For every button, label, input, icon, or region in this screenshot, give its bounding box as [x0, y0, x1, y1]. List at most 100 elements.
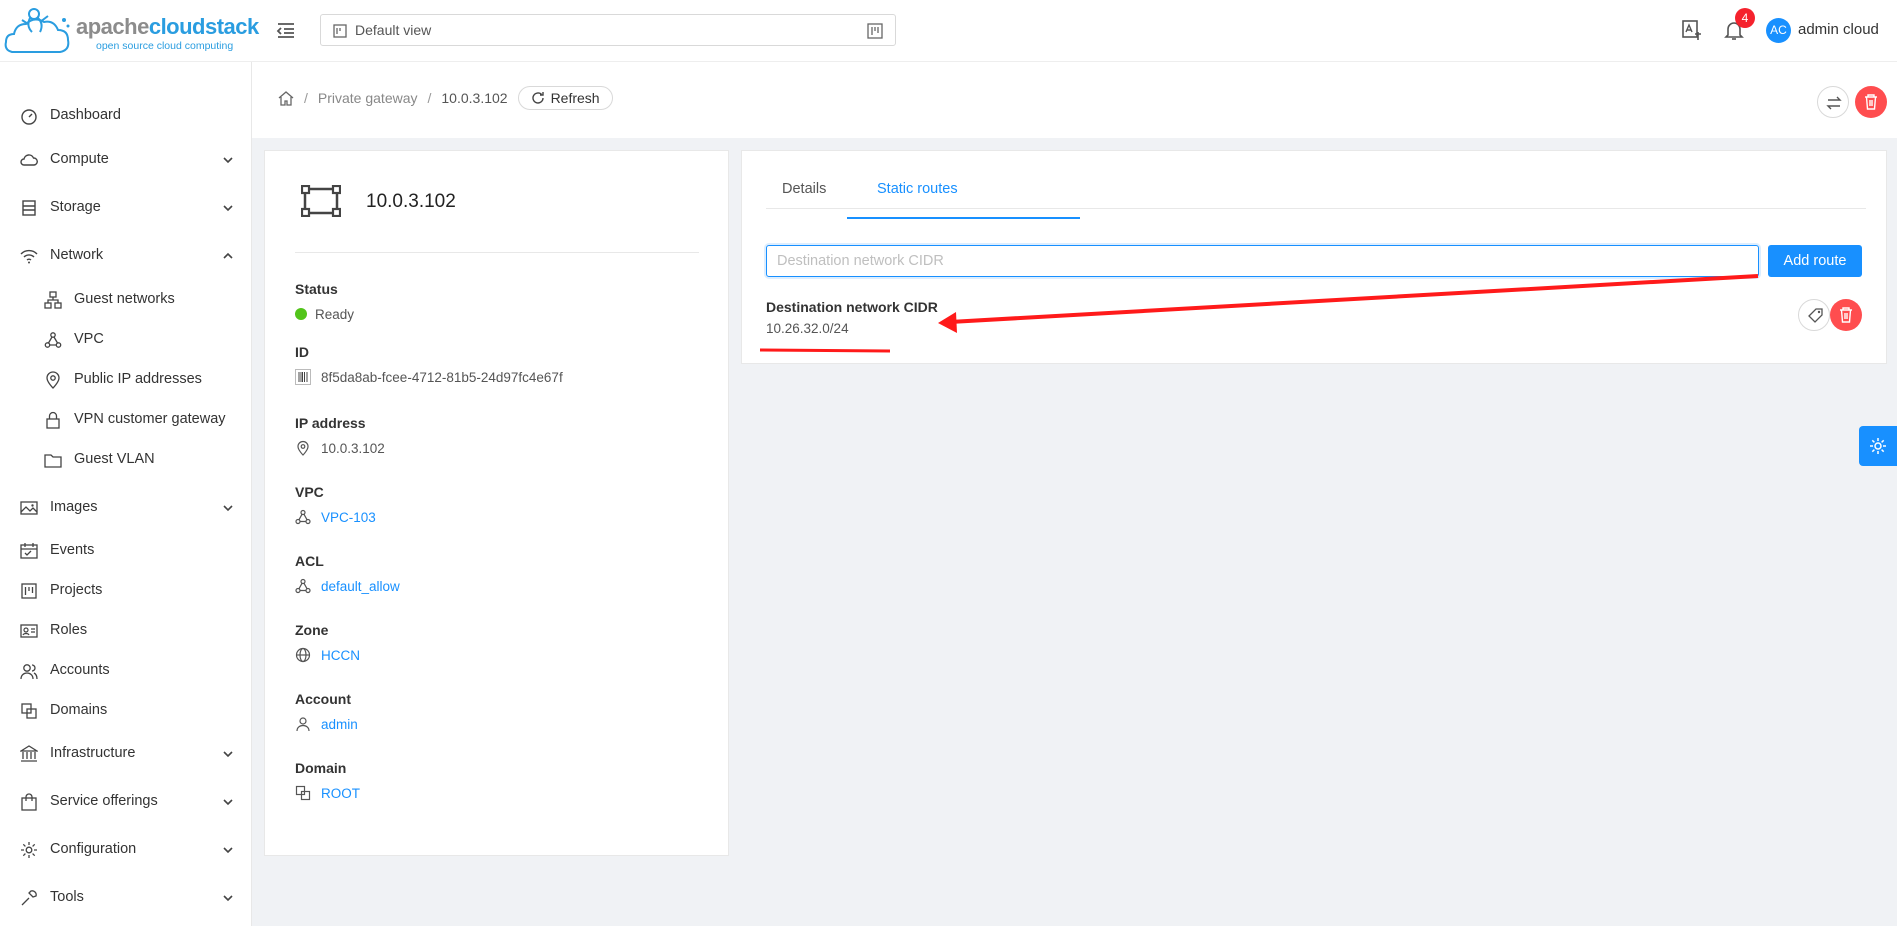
home-icon[interactable] — [278, 90, 294, 106]
project-icon — [333, 24, 347, 38]
block-icon — [295, 785, 311, 801]
sidebar-item-configuration[interactable]: Configuration — [0, 830, 252, 870]
reload-icon — [531, 92, 544, 104]
breadcrumb-current: 10.0.3.102 — [441, 90, 508, 106]
apartment-icon — [44, 291, 62, 309]
sidebar-item-service-offerings[interactable]: Service offerings — [0, 782, 252, 822]
sidebar-item-dashboard[interactable]: Dashboard — [0, 96, 252, 136]
sidebar: Dashboard Compute Storage Network Guest … — [0, 62, 252, 926]
logo-brand-cloudstack: cloudstack — [148, 14, 259, 39]
account-link[interactable]: admin — [321, 717, 358, 732]
sidebar-item-guest-networks[interactable]: Guest networks — [0, 280, 252, 320]
zone-link[interactable]: HCCN — [321, 648, 360, 663]
sidebar-item-public-ip[interactable]: Public IP addresses — [0, 360, 252, 400]
field-id: ID 8f5da8ab-fcee-4712-81b5-24d97fc4e67f — [295, 344, 563, 385]
destination-cidr-input[interactable] — [766, 245, 1759, 277]
domain-link[interactable]: ROOT — [321, 786, 360, 801]
breadcrumb: / Private gateway / 10.0.3.102 Refresh — [278, 86, 613, 110]
tab-static-routes[interactable]: Static routes — [877, 181, 958, 197]
sidebar-item-label: Dashboard — [50, 107, 121, 123]
sidebar-item-network[interactable]: Network — [0, 236, 252, 276]
sidebar-item-vpn-customer-gateway[interactable]: VPN customer gateway — [0, 400, 252, 440]
chevron-down-icon — [223, 205, 233, 212]
chevron-down-icon — [223, 505, 233, 512]
sidebar-item-label: VPC — [74, 331, 104, 347]
global-icon — [295, 647, 311, 663]
bank-icon — [20, 745, 38, 762]
setting-icon — [1870, 438, 1886, 454]
sidebar-item-label: Images — [50, 499, 98, 515]
sidebar-item-label: Roles — [50, 622, 88, 638]
delete-gateway-button[interactable] — [1855, 86, 1887, 118]
user-name[interactable]: admin cloud — [1798, 21, 1879, 38]
gateway-icon — [301, 185, 341, 217]
chevron-down-icon — [223, 847, 233, 854]
field-status: Status Ready — [295, 281, 355, 322]
setting-icon — [21, 842, 37, 858]
route-cidr-value: 10.26.32.0/24 — [766, 321, 849, 336]
vpc-link[interactable]: VPC-103 — [321, 510, 376, 525]
sidebar-item-label: Events — [50, 542, 95, 558]
sidebar-item-roles[interactable]: Roles — [0, 611, 252, 651]
refresh-button[interactable]: Refresh — [517, 86, 613, 110]
shopping-icon — [21, 793, 37, 811]
sidebar-item-label: Accounts — [50, 662, 110, 678]
team-icon — [20, 664, 38, 680]
sidebar-item-label: Network — [50, 247, 104, 263]
settings-drawer-button[interactable] — [1859, 426, 1897, 466]
chevron-down-icon — [223, 157, 233, 164]
sidebar-item-projects[interactable]: Projects — [0, 571, 252, 611]
route-tag-button[interactable] — [1798, 299, 1830, 331]
sidebar-item-compute[interactable]: Compute — [0, 140, 252, 180]
sidebar-item-storage[interactable]: Storage — [0, 188, 252, 228]
project-view-select[interactable]: Default view — [320, 14, 896, 46]
avatar[interactable]: AC — [1766, 18, 1791, 43]
route-delete-button[interactable] — [1830, 299, 1862, 331]
translate-icon[interactable] — [1680, 18, 1704, 42]
lock-icon — [46, 411, 60, 429]
field-ip-address: IP address 10.0.3.102 — [295, 415, 385, 456]
change-acl-button[interactable] — [1817, 86, 1849, 118]
sidebar-item-infrastructure[interactable]: Infrastructure — [0, 734, 252, 774]
deployment-unit-icon — [295, 578, 311, 594]
sidebar-item-label: Service offerings — [50, 793, 158, 809]
sidebar-item-domains[interactable]: Domains — [0, 691, 252, 731]
tab-details[interactable]: Details — [782, 181, 826, 197]
sidebar-item-label: Configuration — [50, 841, 137, 857]
sidebar-item-label: Tools — [50, 889, 84, 905]
sidebar-item-images[interactable]: Images — [0, 488, 252, 528]
schedule-icon — [20, 543, 38, 559]
wifi-icon — [20, 249, 38, 264]
user-icon — [296, 717, 310, 732]
field-zone: Zone HCCN — [295, 622, 360, 663]
chevron-down-icon — [223, 895, 233, 902]
id-value: 8f5da8ab-fcee-4712-81b5-24d97fc4e67f — [321, 369, 563, 385]
cloudstack-logo[interactable]: apachecloudstack open source cloud compu… — [4, 4, 259, 60]
logo-tagline: open source cloud computing — [96, 40, 234, 52]
breadcrumb-private-gateway[interactable]: Private gateway — [318, 90, 418, 106]
route-column-label: Destination network CIDR — [766, 299, 938, 315]
project-view-value: Default view — [355, 22, 432, 38]
tool-icon — [21, 890, 37, 906]
sidebar-item-events[interactable]: Events — [0, 531, 252, 571]
cloud-icon — [20, 154, 38, 166]
folder-icon — [44, 454, 62, 468]
acl-link[interactable]: default_allow — [321, 579, 400, 594]
swap-icon — [1826, 96, 1842, 110]
sidebar-item-vpc[interactable]: VPC — [0, 320, 252, 360]
sidebar-item-tools[interactable]: Tools — [0, 878, 252, 918]
resource-info-card: 10.0.3.102 Status Ready ID 8f5da8ab-fcee… — [264, 150, 729, 856]
sidebar-item-guest-vlan[interactable]: Guest VLAN — [0, 440, 252, 480]
menu-fold-icon[interactable] — [274, 18, 298, 42]
project-icon — [21, 583, 37, 599]
chevron-up-icon — [223, 252, 233, 259]
barcode-icon — [295, 369, 311, 385]
sidebar-item-label: Domains — [50, 702, 108, 718]
field-acl: ACL default_allow — [295, 553, 400, 594]
sidebar-item-label: Guest VLAN — [74, 451, 155, 467]
add-route-button[interactable]: Add route — [1768, 245, 1862, 277]
static-routes-card: Details Static routes Add route Destinat… — [741, 150, 1887, 364]
tag-icon — [1808, 308, 1823, 323]
sidebar-item-label: Infrastructure — [50, 745, 136, 761]
sidebar-item-accounts[interactable]: Accounts — [0, 651, 252, 691]
